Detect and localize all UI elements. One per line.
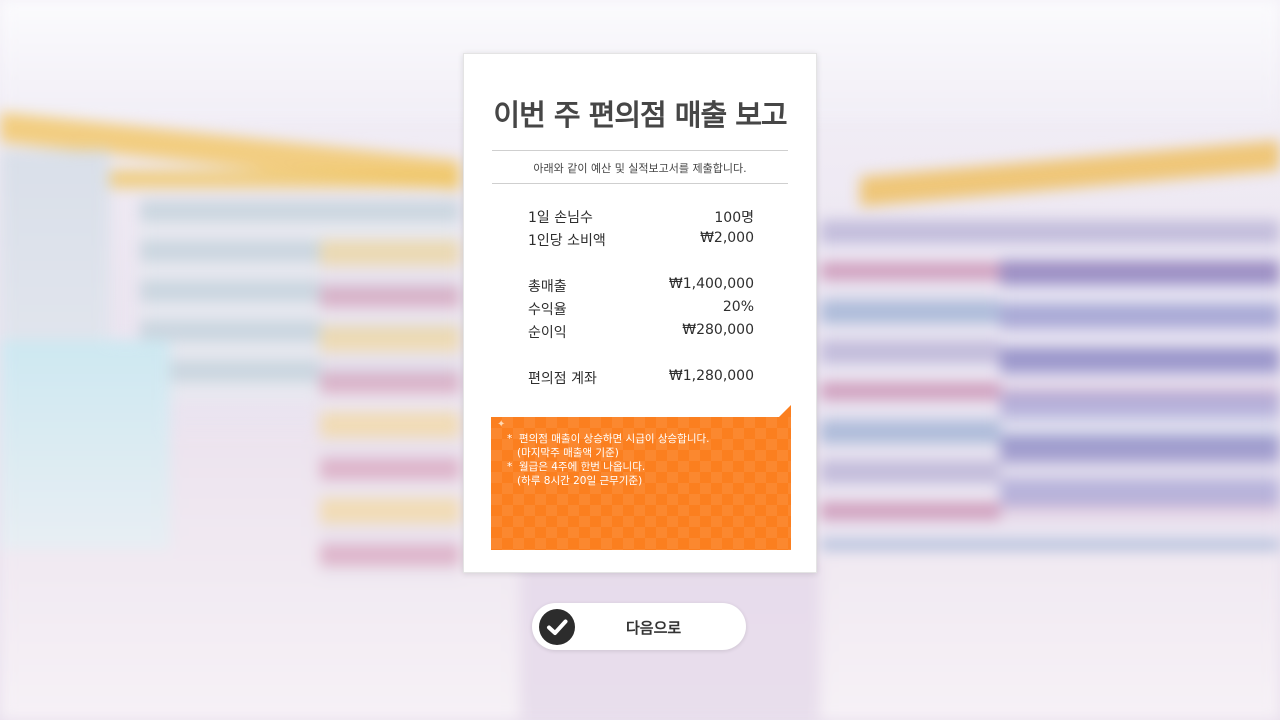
stat-row-total-sales: 총매출 ₩1,400,000 [528, 276, 754, 298]
game-screen: 이번 주 편의점 매출 보고 아래와 같이 예산 및 실적보고서를 제출합니다.… [0, 0, 1280, 720]
stat-row-profit-rate: 수익율 20% [528, 299, 754, 321]
stat-value: 100명 [714, 210, 754, 226]
report-subtitle: 아래와 같이 예산 및 실적보고서를 제출합니다. [533, 162, 747, 175]
stat-value: ₩2,000 [700, 230, 754, 246]
check-icon [539, 609, 575, 645]
stat-value: ₩280,000 [682, 322, 754, 338]
next-button-label: 다음으로 [626, 619, 682, 637]
stat-row-net-profit: 순이익 ₩280,000 [528, 322, 754, 344]
divider [492, 183, 788, 184]
stat-label: 수익율 [528, 302, 567, 318]
stat-label: 편의점 계좌 [528, 371, 597, 387]
stat-value: ₩1,280,000 [668, 368, 754, 384]
sales-report-card: 이번 주 편의점 매출 보고 아래와 같이 예산 및 실적보고서를 제출합니다.… [463, 53, 817, 573]
notice-line: * 편의점 매출이 상승하면 시급이 상승합니다. [507, 433, 710, 445]
notice-line: * 월급은 4주에 한번 나옵니다. [507, 461, 646, 473]
next-button[interactable]: 다음으로 [532, 603, 746, 650]
notice-line: (마지막주 매출액 기준) [507, 447, 619, 459]
stat-label: 1일 손님수 [528, 210, 593, 226]
stat-row-spend-per-customer: 1인당 소비액 ₩2,000 [528, 230, 754, 252]
divider [492, 150, 788, 151]
stat-row-daily-customers: 1일 손님수 100명 [528, 207, 754, 229]
sparkle-icon: ✦ [497, 419, 506, 430]
stat-label: 총매출 [528, 279, 567, 295]
stat-value: ₩1,400,000 [668, 276, 754, 292]
corner-fold [779, 405, 791, 417]
stat-row-store-account: 편의점 계좌 ₩1,280,000 [528, 368, 754, 390]
notice-box: ✦ * 편의점 매출이 상승하면 시급이 상승합니다. (마지막주 매출액 기준… [491, 405, 791, 550]
notice-line: (하루 8시간 20일 근무기준) [507, 475, 643, 487]
report-title: 이번 주 편의점 매출 보고 [493, 98, 787, 132]
stat-label: 순이익 [528, 325, 567, 341]
stat-label: 1인당 소비액 [528, 233, 606, 249]
stat-value: 20% [722, 299, 754, 315]
